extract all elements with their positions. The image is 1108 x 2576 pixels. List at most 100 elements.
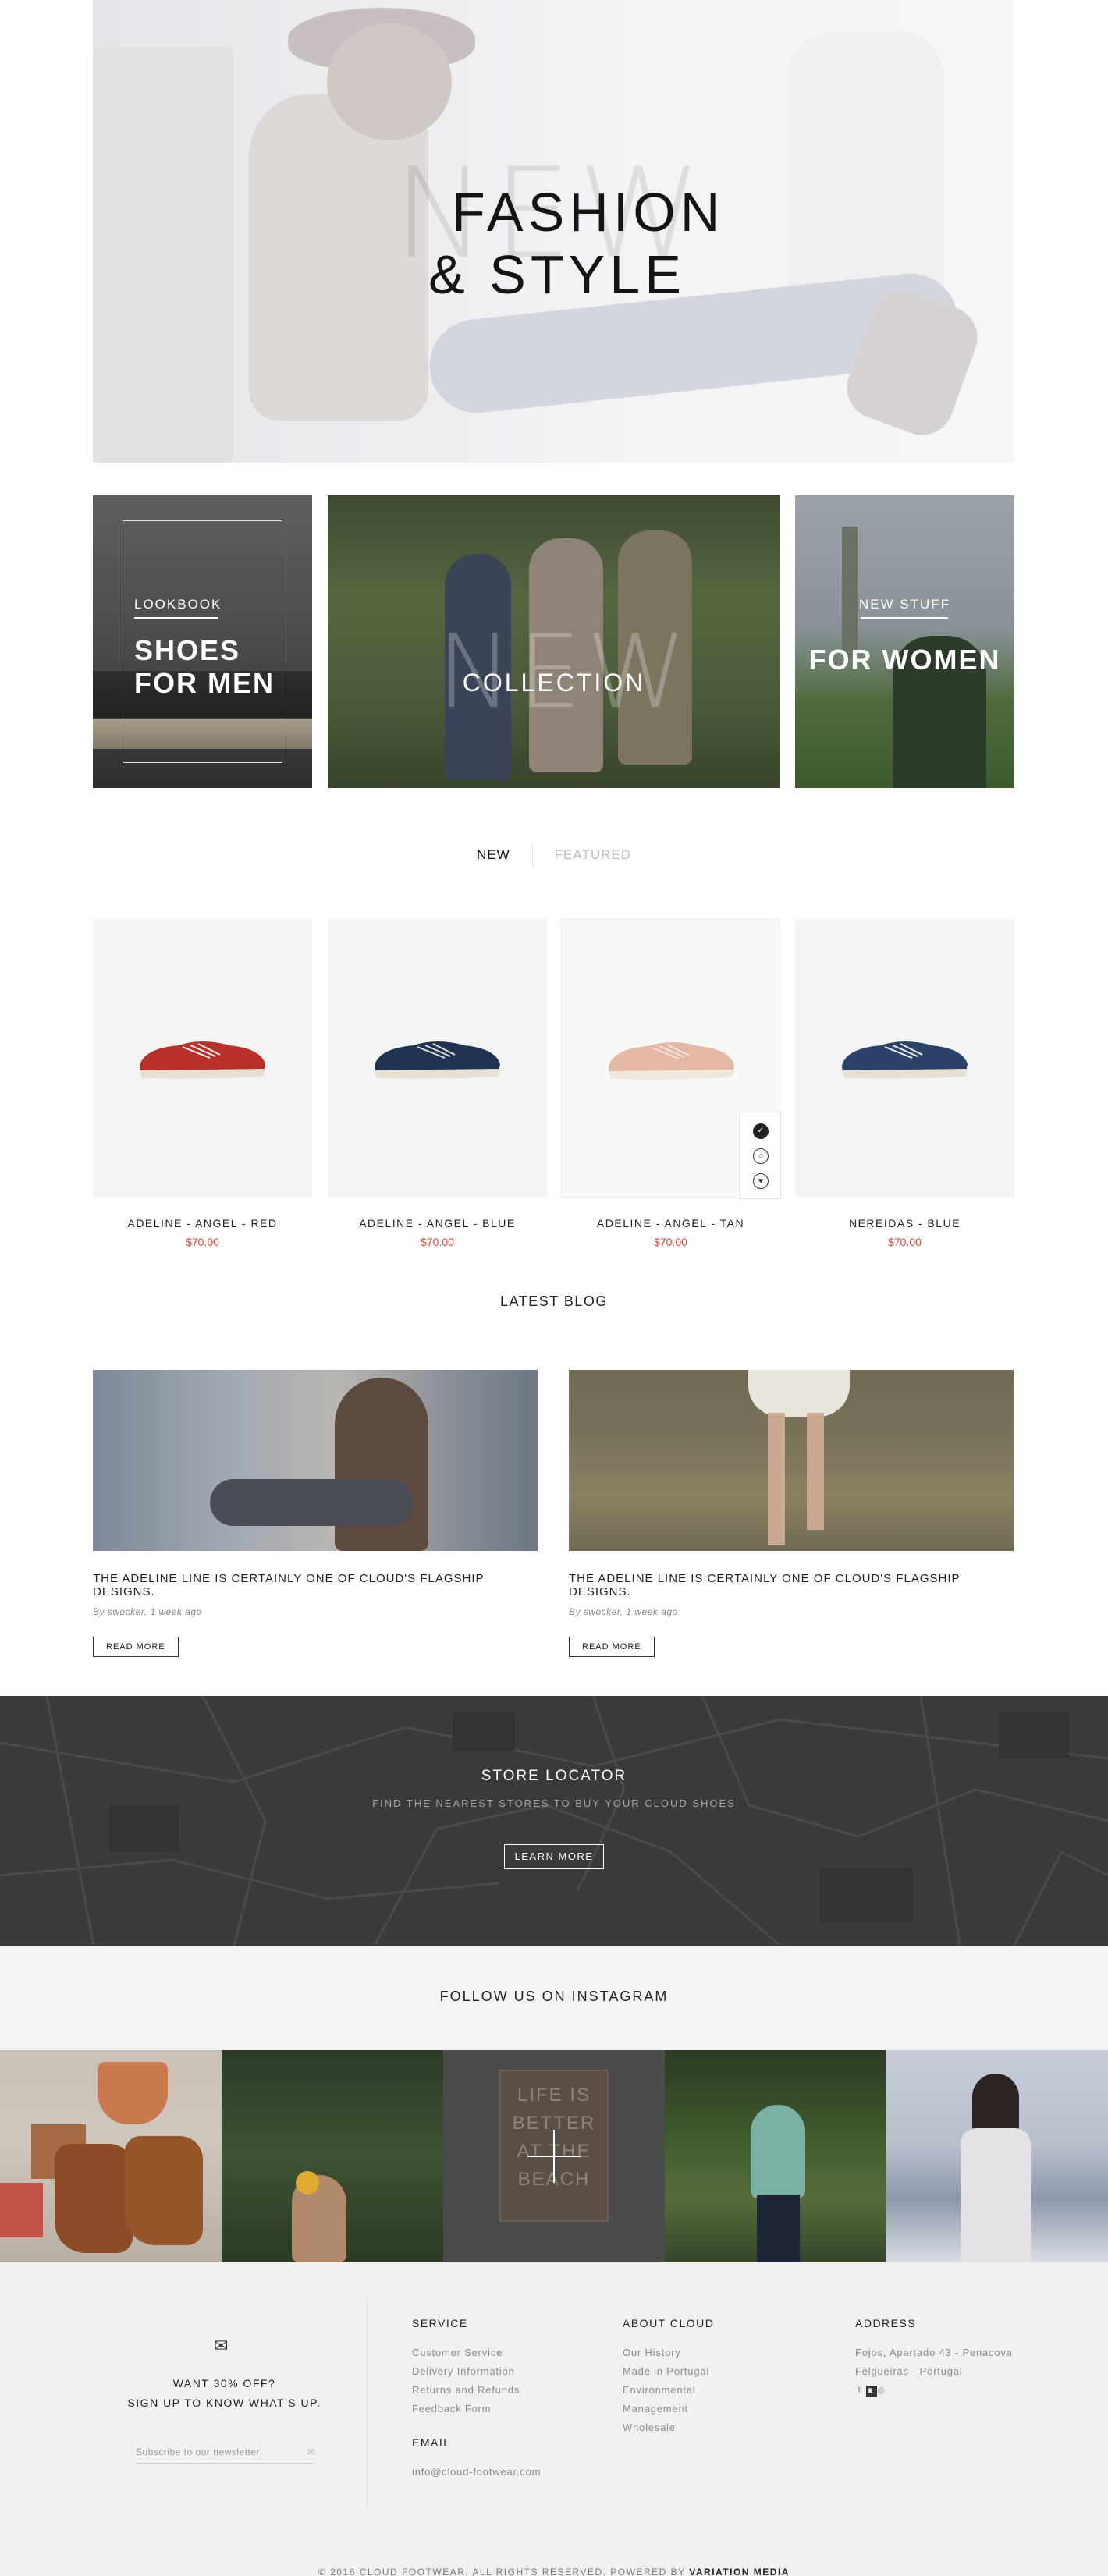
blog-post-image[interactable] bbox=[569, 1370, 1014, 1551]
footer-link[interactable]: Our History bbox=[623, 2344, 714, 2362]
product-image[interactable]: ✓ ○ ♥ bbox=[561, 919, 781, 1199]
blog2-leg-right bbox=[807, 1413, 824, 1530]
promo-women-kicker-text: NEW STUFF bbox=[858, 597, 951, 612]
promo-men-kicker: LOOKBOOK bbox=[134, 597, 222, 619]
footer-heading-about: ABOUT CLOUD bbox=[623, 2317, 715, 2329]
hero-banner[interactable]: NEW FASHION & STYLE bbox=[93, 0, 1014, 463]
blog2-dress bbox=[748, 1370, 850, 1417]
store-locator-subtitle: FIND THE NEAREST STORES TO BUY YOUR CLOU… bbox=[372, 1797, 736, 1809]
tab-new[interactable]: NEW bbox=[455, 843, 532, 868]
footer-column-service: SERVICE Customer Service Delivery Inform… bbox=[412, 2317, 541, 2482]
instagram-photo-sea[interactable] bbox=[886, 2050, 1108, 2262]
learn-more-button[interactable]: LEARN MORE bbox=[504, 1844, 604, 1869]
sneaker-navy bbox=[375, 1041, 500, 1079]
blog-post-title[interactable]: THE ADELINE LINE IS CERTAINLY ONE OF CLO… bbox=[569, 1572, 1014, 1598]
instagram-photo-boots[interactable] bbox=[0, 2050, 222, 2262]
promo-women-kicker-underline bbox=[861, 617, 948, 619]
promo-men-title: SHOES FOR MEN bbox=[134, 634, 275, 700]
newsletter-promo: WANT 30% OFF? SIGN UP TO KNOW WHAT'S UP. bbox=[94, 2374, 355, 2413]
promo-men-title-line2: FOR MEN bbox=[134, 667, 275, 699]
promo-men-kicker-underline bbox=[134, 617, 218, 619]
instagram-photo-sign[interactable]: LIFE IS BETTER AT THE BEACH bbox=[443, 2050, 665, 2262]
facebook-icon[interactable]: f bbox=[855, 2386, 866, 2397]
store-locator-title: STORE LOCATOR bbox=[481, 1768, 627, 1784]
newsletter-input[interactable]: Subscribe to our newsletter ✉ bbox=[136, 2442, 315, 2464]
blog2-leg-left bbox=[768, 1413, 785, 1545]
footer-link[interactable]: Feedback Form bbox=[412, 2400, 541, 2418]
footer-column-about: ABOUT CLOUD Our History Made in Portugal… bbox=[623, 2317, 714, 2437]
read-more-button[interactable]: READ MORE bbox=[93, 1637, 179, 1657]
hero-pillar bbox=[93, 47, 233, 463]
map-background bbox=[0, 1696, 1108, 1946]
read-more-button[interactable]: READ MORE bbox=[569, 1637, 655, 1657]
hero-title: FASHION & STYLE bbox=[428, 181, 756, 306]
product-name[interactable]: ADELINE - ANGEL - BLUE bbox=[328, 1217, 547, 1229]
collection-label: COLLECTION bbox=[462, 669, 646, 697]
product-card[interactable]: NEREIDAS - BLUE $70.00 bbox=[795, 919, 1014, 1248]
product-name[interactable]: ADELINE - ANGEL - RED bbox=[93, 1217, 312, 1229]
ig4-pants bbox=[757, 2195, 800, 2262]
footer-email-link[interactable]: info@cloud-footwear.com bbox=[412, 2463, 541, 2482]
promo-tile-women[interactable]: NEW STUFF FOR WOMEN bbox=[795, 495, 1014, 788]
pinterest-icon[interactable]: ◎ bbox=[877, 2386, 888, 2397]
ig2-flowers bbox=[296, 2171, 319, 2195]
product-image[interactable] bbox=[795, 919, 1014, 1198]
heart-icon[interactable]: ♥ bbox=[753, 1173, 769, 1189]
product-name[interactable]: NEREIDAS - BLUE bbox=[795, 1217, 1014, 1229]
footer-address-line1: Fojos, Apartado 43 - Penacova bbox=[855, 2347, 1013, 2358]
product-image[interactable] bbox=[93, 919, 312, 1198]
product-card[interactable]: ✓ ○ ♥ ADELINE - ANGEL - TAN $70.00 bbox=[561, 919, 781, 1248]
tab-featured[interactable]: FEATURED bbox=[533, 843, 653, 868]
blog-post: THE ADELINE LINE IS CERTAINLY ONE OF CLO… bbox=[569, 1370, 1014, 1657]
footer-heading-address: ADDRESS bbox=[855, 2317, 917, 2329]
cart-icon[interactable]: ✓ bbox=[753, 1123, 769, 1139]
zoom-icon[interactable]: ○ bbox=[753, 1148, 769, 1164]
ig4-shirt bbox=[751, 2105, 805, 2198]
instagram-photo-boy[interactable] bbox=[665, 2050, 886, 2262]
footer-link[interactable]: Management bbox=[623, 2400, 714, 2418]
sneaker-tan bbox=[609, 1042, 734, 1080]
footer-divider bbox=[367, 2297, 368, 2508]
promo-men-kicker-text: LOOKBOOK bbox=[134, 597, 222, 612]
product-card[interactable]: ADELINE - ANGEL - BLUE $70.00 bbox=[328, 919, 547, 1248]
footer-link[interactable]: Made in Portugal bbox=[623, 2362, 714, 2381]
envelope-icon: ✉ bbox=[214, 2336, 229, 2355]
product-name[interactable]: ADELINE - ANGEL - TAN bbox=[561, 1217, 780, 1229]
instagram-icon[interactable]: ◙ bbox=[866, 2386, 877, 2397]
footer: ✉ WANT 30% OFF? SIGN UP TO KNOW WHAT'S U… bbox=[0, 2262, 1108, 2576]
product-price: $70.00 bbox=[421, 1236, 454, 1248]
blog1-model-legs bbox=[210, 1479, 413, 1526]
copyright-brand-link[interactable]: VARIATION MEDIA bbox=[689, 2567, 790, 2576]
footer-link[interactable]: Returns and Refunds bbox=[412, 2381, 541, 2400]
hero-title-line1: FASHION bbox=[452, 182, 725, 243]
page: NEW FASHION & STYLE LOOKBOOK SHOES FOR M… bbox=[0, 0, 1108, 2576]
promo-tile-collection[interactable]: NEW COLLECTION bbox=[328, 495, 780, 788]
product-card[interactable]: ADELINE - ANGEL - RED $70.00 bbox=[93, 919, 312, 1248]
copyright: © 2016 CLOUD FOOTWEAR. ALL RIGHTS RESERV… bbox=[0, 2567, 1108, 2576]
instagram-photo-forest[interactable] bbox=[222, 2050, 443, 2262]
blog-section-title: LATEST BLOG bbox=[500, 1293, 608, 1309]
product-price: $70.00 bbox=[186, 1236, 219, 1248]
promo-tile-men[interactable]: LOOKBOOK SHOES FOR MEN bbox=[93, 495, 312, 788]
blog-post-image[interactable] bbox=[93, 1370, 538, 1551]
product-tabs: NEW FEATURED bbox=[0, 843, 1108, 868]
footer-link[interactable]: Customer Service bbox=[412, 2344, 541, 2362]
blog-post-meta: By swocker, 1 week ago bbox=[93, 1606, 202, 1617]
ig1-boot-left bbox=[55, 2144, 133, 2253]
footer-heading-email: EMAIL bbox=[412, 2436, 451, 2449]
instagram-title: FOLLOW US ON INSTAGRAM bbox=[439, 1989, 669, 2004]
copyright-text: © 2016 CLOUD FOOTWEAR. ALL RIGHTS RESERV… bbox=[318, 2567, 686, 2576]
hero-title-line2: & STYLE bbox=[428, 244, 686, 305]
blog-post-title[interactable]: THE ADELINE LINE IS CERTAINLY ONE OF CLO… bbox=[93, 1572, 538, 1598]
send-icon[interactable]: ✉ bbox=[307, 2446, 315, 2457]
product-image[interactable] bbox=[328, 919, 547, 1198]
ig1-pot bbox=[98, 2062, 168, 2124]
quick-actions: ✓ ○ ♥ bbox=[740, 1112, 781, 1199]
newsletter-promo-line2: SIGN UP TO KNOW WHAT'S UP. bbox=[127, 2397, 321, 2409]
footer-link[interactable]: Delivery Information bbox=[412, 2362, 541, 2381]
women-palm-tree bbox=[842, 527, 858, 659]
footer-link[interactable]: Wholesale bbox=[623, 2418, 714, 2437]
newsletter-placeholder: Subscribe to our newsletter bbox=[136, 2446, 260, 2457]
footer-link[interactable]: Environmental bbox=[623, 2381, 714, 2400]
plus-icon-vertical bbox=[553, 2130, 555, 2183]
